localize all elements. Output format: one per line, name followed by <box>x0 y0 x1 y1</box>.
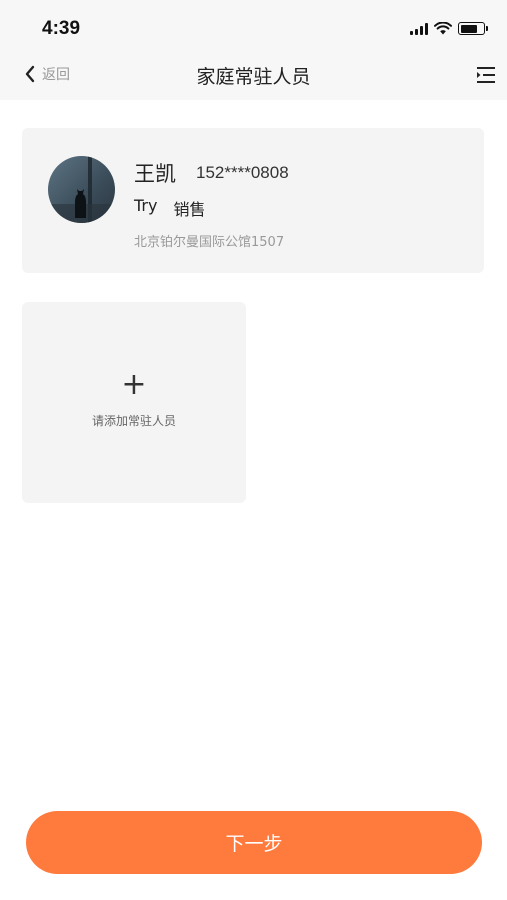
avatar <box>48 156 115 223</box>
indent-menu-icon[interactable] <box>475 64 497 86</box>
resident-card[interactable]: 王凯 152****0808 Try 销售 北京铂尔曼国际公馆1507 <box>22 128 484 273</box>
nav-bar: 返回 家庭常驻人员 <box>0 52 507 100</box>
avatar-image <box>48 156 115 223</box>
status-time: 4:39 <box>42 18 81 39</box>
wifi-icon <box>434 22 452 35</box>
battery-level <box>460 24 477 33</box>
resident-name: 王凯 <box>134 162 176 186</box>
status-bar: 4:39 <box>0 0 507 52</box>
battery-icon <box>458 22 488 35</box>
next-button[interactable]: 下一步 <box>26 811 482 874</box>
add-resident-button[interactable]: + 请添加常驻人员 <box>22 302 246 503</box>
resident-phone: 152****0808 <box>196 163 289 182</box>
resident-role: Try 销售 <box>134 196 205 220</box>
resident-nickname: Try <box>134 196 158 215</box>
page-title: 家庭常驻人员 <box>196 66 311 88</box>
cellular-signal-icon <box>410 22 428 35</box>
resident-address: 北京铂尔曼国际公馆1507 <box>134 235 285 250</box>
status-icons <box>410 22 488 35</box>
resident-occupation: 销售 <box>173 200 206 219</box>
add-resident-label: 请添加常驻人员 <box>91 414 176 428</box>
plus-icon: + <box>121 367 147 402</box>
